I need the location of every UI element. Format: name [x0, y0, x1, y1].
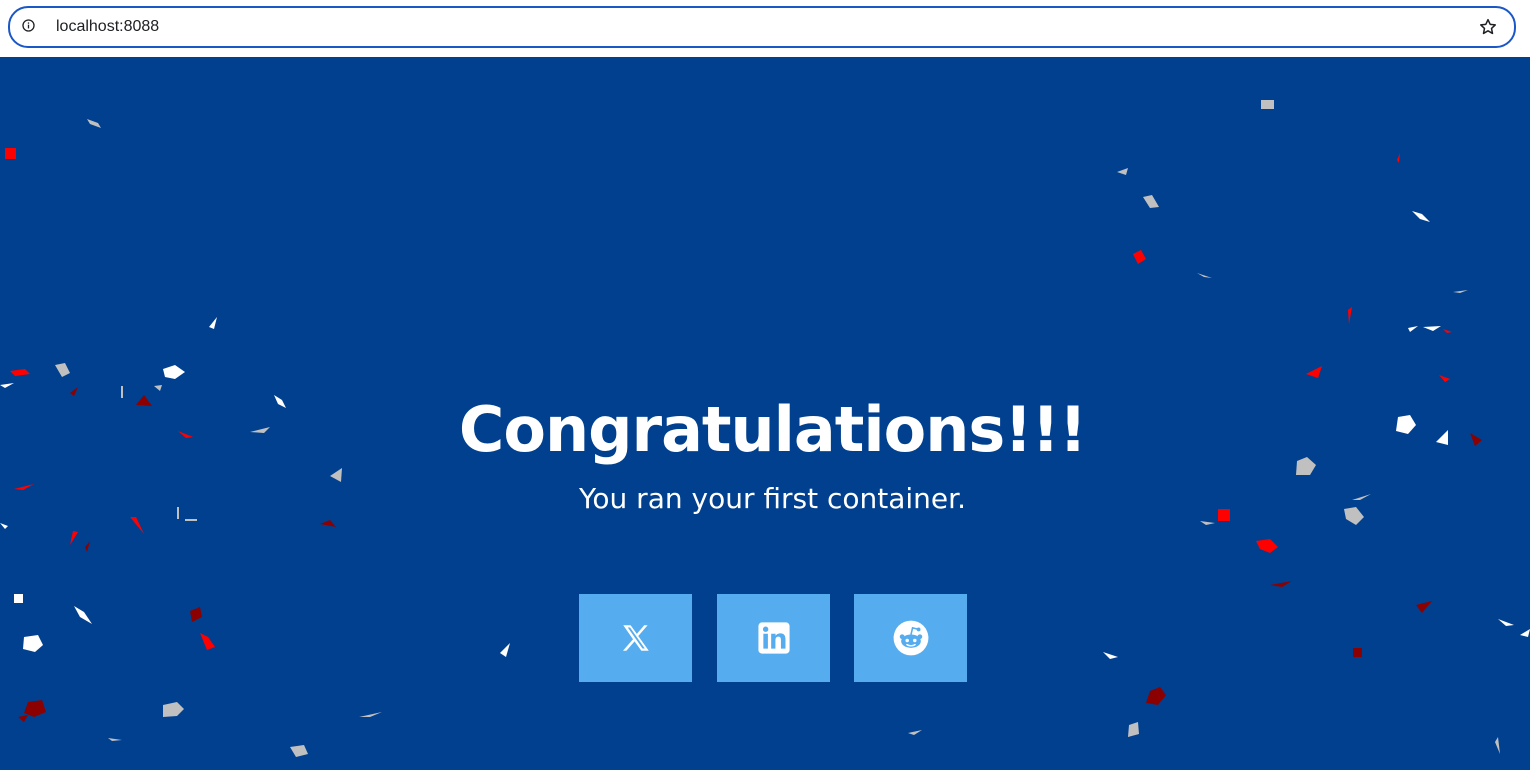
info-icon[interactable] [22, 19, 35, 32]
share-x-button[interactable] [579, 594, 692, 682]
share-linkedin-button[interactable] [717, 594, 830, 682]
share-reddit-button[interactable] [854, 594, 967, 682]
page-subtitle: You ran your first container. [579, 482, 966, 515]
page-title: Congratulations!!! [458, 393, 1087, 466]
linkedin-icon [757, 622, 790, 654]
browser-toolbar: localhost:8088 [0, 0, 1530, 57]
bookmark-star-icon[interactable] [1478, 17, 1498, 37]
reddit-icon [893, 620, 928, 656]
address-bar[interactable]: localhost:8088 [8, 6, 1516, 48]
x-twitter-icon [622, 625, 649, 651]
url-text[interactable]: localhost:8088 [56, 8, 159, 46]
page-content: Congratulations!!! You ran your first co… [0, 57, 1530, 770]
